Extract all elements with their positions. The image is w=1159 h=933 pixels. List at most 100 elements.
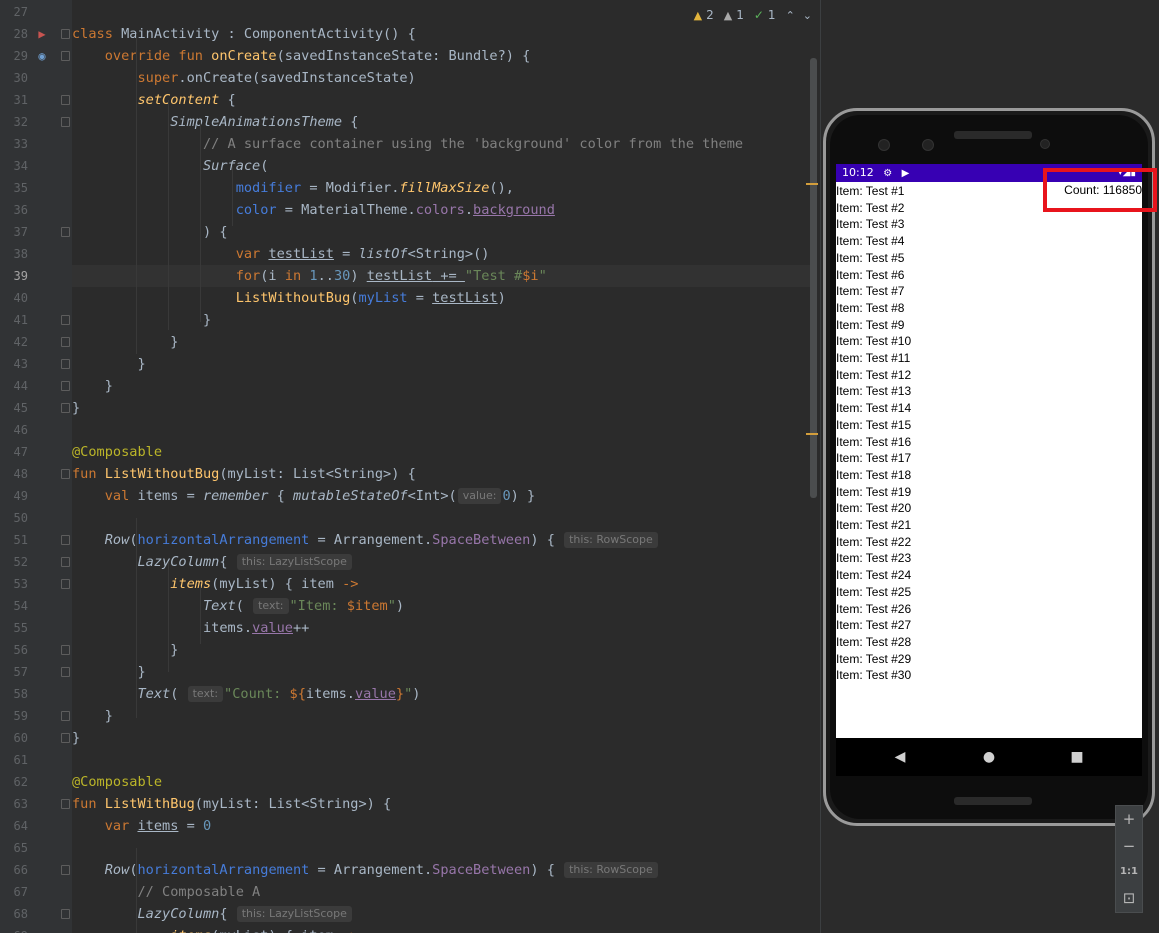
editor-scrollbar[interactable] [810,58,817,498]
fold-marker-icon[interactable] [61,469,70,479]
fit-screen-button[interactable]: ⊡ [1116,885,1142,911]
device-screen[interactable]: 10:12 ⚙ ▶ ▾◢▮ Item: Test #1 Item: Test #2… [836,164,1142,776]
actual-size-button[interactable]: 1:1 [1116,859,1142,885]
code-line[interactable]: Row(horizontalArrangement = Arrangement.… [72,859,812,881]
fold-marker-icon[interactable] [61,51,70,61]
fold-marker-icon[interactable] [61,645,70,655]
code-token: 1 [309,268,318,284]
indent-guide [136,518,137,718]
code-area[interactable]: class MainActivity : ComponentActivity()… [72,0,812,933]
app-content[interactable]: Item: Test #1 Item: Test #2 Item: Test #3 I… [836,182,1142,738]
fold-marker-icon[interactable] [61,29,70,39]
code-line[interactable]: Text( text: "Count: ${items.value}") [72,683,812,705]
code-line[interactable]: items(myList) { item -> [72,925,812,933]
code-token: { [342,114,359,130]
code-line[interactable]: } [72,661,812,683]
code-line[interactable]: var items = 0 [72,815,812,837]
fold-marker-icon[interactable] [61,535,70,545]
gutter-row: 43 [0,353,72,375]
code-line[interactable]: Surface( [72,155,812,177]
code-line[interactable] [72,507,812,529]
gutter-row: 45 [0,397,72,419]
zoom-in-button[interactable]: + [1116,806,1142,832]
chevron-down-icon[interactable]: ⌄ [803,9,812,22]
code-line[interactable]: fun ListWithBug(myList: List<String>) { [72,793,812,815]
fold-marker-icon[interactable] [61,403,70,413]
code-line[interactable]: var testList = listOf<String>() [72,243,812,265]
gutter-row: 59 [0,705,72,727]
code-line[interactable]: ListWithoutBug(myList = testList) [72,287,812,309]
run-gutter-icon[interactable]: ▶ [34,26,50,42]
warning-stripe[interactable] [806,183,818,185]
fold-marker-icon[interactable] [61,799,70,809]
code-line[interactable]: class MainActivity : ComponentActivity()… [72,23,812,45]
code-line[interactable]: override fun onCreate(savedInstanceState… [72,45,812,67]
code-line[interactable]: fun ListWithoutBug(myList: List<String>)… [72,463,812,485]
code-line[interactable]: } [72,353,812,375]
fold-marker-icon[interactable] [61,667,70,677]
code-line[interactable]: } [72,375,812,397]
indent-guide [200,122,201,322]
code-line[interactable]: val items = remember { mutableStateOf<In… [72,485,812,507]
code-line[interactable]: @Composable [72,441,812,463]
fold-marker-icon[interactable] [61,865,70,875]
code-editor[interactable]: 27 28 ▶ 29 ◉ 30 31 32 33 34 35 36 37 38 39💡 40 41 42 43 44 4… [0,0,820,933]
fold-marker-icon[interactable] [61,95,70,105]
chevron-up-icon[interactable]: ⌃ [786,9,795,22]
code-line[interactable]: } [72,397,812,419]
code-line[interactable]: } [72,331,812,353]
fold-marker-icon[interactable] [61,315,70,325]
zoom-out-button[interactable]: − [1116,833,1142,859]
code-token: { [219,92,236,108]
recents-icon[interactable]: ■ [1068,748,1086,766]
inspection-widget[interactable]: ▲ 2 ▲ 1 ✓ 1 ⌃ ⌄ [694,6,812,24]
fold-marker-icon[interactable] [61,909,70,919]
code-line[interactable]: color = MaterialTheme.colors.background [72,199,812,221]
code-line[interactable]: ) { [72,221,812,243]
home-icon[interactable]: ● [980,748,998,766]
gutter-row: 35 [0,177,72,199]
code-line[interactable]: super.onCreate(savedInstanceState) [72,67,812,89]
code-line[interactable]: // Composable A [72,881,812,903]
code-line[interactable]: } [72,705,812,727]
fold-marker-icon[interactable] [61,381,70,391]
code-line[interactable] [72,837,812,859]
code-line[interactable]: @Composable [72,771,812,793]
code-line[interactable]: SimpleAnimationsTheme { [72,111,812,133]
fold-marker-icon[interactable] [61,557,70,567]
code-line[interactable]: LazyColumn{ this: LazyListScope [72,551,812,573]
code-line[interactable]: Text( text: "Item: $item") [72,595,812,617]
fold-marker-icon[interactable] [61,711,70,721]
code-line[interactable]: modifier = Modifier.fillMaxSize(), [72,177,812,199]
fold-marker-icon[interactable] [61,337,70,347]
code-line[interactable]: LazyColumn{ this: LazyListScope [72,903,812,925]
code-line[interactable]: // A surface container using the 'backgr… [72,133,812,155]
override-gutter-icon[interactable]: ◉ [34,48,50,64]
code-line[interactable]: } [72,309,812,331]
code-line[interactable]: for(i in 1..30) testList += "Test #$i" [72,265,812,287]
indent-guide [232,166,233,226]
code-line[interactable]: setContent { [72,89,812,111]
code-line[interactable]: Row(horizontalArrangement = Arrangement.… [72,529,812,551]
fold-marker-icon[interactable] [61,227,70,237]
fold-marker-icon[interactable] [61,733,70,743]
code-line[interactable] [72,419,812,441]
inlay-hint: value: [457,488,502,504]
code-line[interactable]: } [72,639,812,661]
fold-marker-icon[interactable] [61,359,70,369]
warning-stripe[interactable] [806,433,818,435]
fold-marker-icon[interactable] [61,117,70,127]
back-icon[interactable]: ◀ [891,748,909,766]
code-line[interactable]: } [72,727,812,749]
code-line[interactable] [72,749,812,771]
code-token: modifier [235,180,302,196]
code-line[interactable]: items.value++ [72,617,812,639]
fold-marker-icon[interactable] [61,579,70,589]
code-token: testList [432,290,498,306]
code-line[interactable]: items(myList) { item -> [72,573,812,595]
code-token: color [235,202,277,218]
line-number: 37 [13,225,28,239]
